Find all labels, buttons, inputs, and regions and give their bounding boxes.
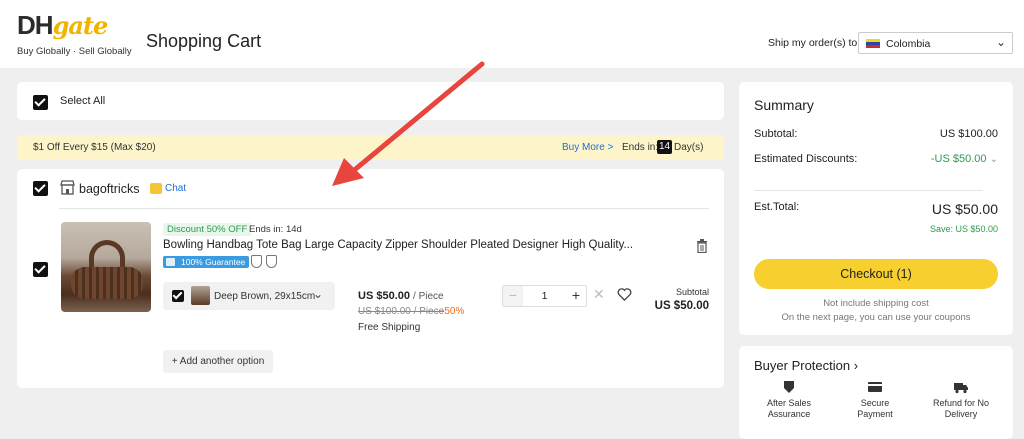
dhgate-logo[interactable]: DHgate [17,10,108,41]
top-header: DHgate Buy Globally · Sell Globally Shop… [0,0,1024,68]
decrease-qty-button[interactable]: − [503,286,523,306]
wishlist-icon[interactable] [617,287,632,302]
protection-secure-payment: Secure Payment [837,380,913,420]
colombia-flag-icon [866,39,880,48]
shipping-note: Not include shipping cost [823,298,929,309]
total-label: Est.Total: [754,201,800,213]
chat-link[interactable]: Chat [165,183,186,194]
chevron-down-icon: ⌄ [995,35,1006,49]
variant-label: Deep Brown, 29x15cm [214,291,316,302]
subtotal-label: Subtotal: [754,128,798,140]
discount-percent: -50% [441,306,465,317]
select-all-label: Select All [60,95,106,107]
item-checkbox[interactable] [33,262,48,277]
add-option-button[interactable]: + Add another option [163,350,273,373]
select-all-card: Select All [17,82,724,120]
original-price: US $100.00 / Piece [358,306,445,317]
quantity-input[interactable]: 1 [523,286,566,306]
store-name[interactable]: bagoftricks [79,182,139,196]
product-image[interactable] [61,222,151,312]
summary-discounts[interactable]: -US $50.00 ⌄ [931,153,998,165]
store-icon [60,180,75,195]
discount-tag: Discount 50% OFF [163,223,252,236]
variant-select[interactable]: Deep Brown, 29x15cm ⌄ [163,282,335,310]
store-divider [59,208,709,209]
coupon-note: On the next page, you can use your coupo… [781,312,971,323]
card-icon [868,382,882,392]
buy-more-link[interactable]: Buy More > [562,142,613,153]
page-title: Shopping Cart [146,31,262,51]
summary-total: US $50.00 [931,201,998,217]
logo-tagline: Buy Globally · Sell Globally [17,46,132,57]
chevron-right-icon: › [853,358,859,373]
close-icon[interactable]: ✕ [593,286,605,303]
shield-icon [251,255,262,268]
protection-refund: Refund for No Delivery [923,380,999,420]
buyer-protection-title[interactable]: Buyer Protection › [754,358,858,373]
buyer-protection-card: Buyer Protection › After Sales Assurance… [739,346,1013,439]
shipping-info: Free Shipping [358,322,421,333]
summary-card: Summary Subtotal: US $100.00 Estimated D… [739,82,1013,335]
after-sales-icon [784,381,794,393]
chevron-down-icon: ⌄ [313,287,324,301]
quantity-stepper[interactable]: − 1 + [502,285,587,307]
product-title[interactable]: Bowling Handbag Tote Bag Large Capacity … [163,239,633,251]
promo-bar: $1 Off Every $15 (Max $20) Buy More > En… [17,135,724,160]
protection-after-sales: After Sales Assurance [751,380,827,420]
summary-savings: Save: US $50.00 [929,224,998,234]
summary-divider [754,190,983,191]
chat-icon[interactable] [150,183,162,194]
shield-icon [266,255,277,268]
country-value: Colombia [886,38,931,50]
checkout-button[interactable]: Checkout (1) [754,259,998,289]
promo-text: $1 Off Every $15 (Max $20) [33,142,156,153]
variant-checkbox[interactable] [172,290,184,302]
store-card: bagoftricks Chat Discount 50% OFF Ends i… [17,169,724,388]
unit-price: US $50.00 / Piece [358,290,444,302]
ship-to-label: Ship my order(s) to : [768,37,864,49]
summary-subtotal: US $100.00 [939,128,998,140]
store-checkbox[interactable] [33,181,48,196]
promo-days-unit: Day(s) [674,142,704,153]
subtotal-label: Subtotal [675,287,709,297]
variant-thumbnail [191,286,210,305]
truck-icon [954,383,968,394]
trash-icon[interactable] [696,239,708,253]
select-all-checkbox[interactable] [33,95,48,110]
guarantee-badge: 100% Guarantee [163,256,250,268]
item-subtotal: US $50.00 [654,300,709,312]
increase-qty-button[interactable]: + [566,286,586,306]
country-select[interactable]: Colombia ⌄ [858,32,1013,54]
promo-days-count: 14 [657,140,672,154]
summary-title: Summary [754,97,814,113]
discount-ends: Ends in: 14d [249,224,302,235]
chevron-down-icon: ⌄ [989,154,998,165]
discounts-label: Estimated Discounts: [754,153,858,165]
promo-ends-label: Ends in: [622,142,659,153]
